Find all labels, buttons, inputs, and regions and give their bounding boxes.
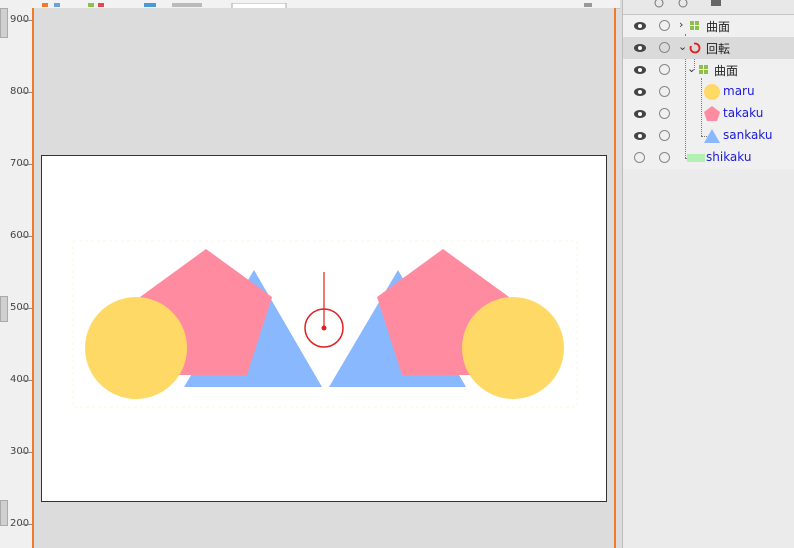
- layer-row-rotation[interactable]: ⌄ 回転: [623, 37, 794, 59]
- panel-visibility-toggle-icon[interactable]: [654, 0, 664, 8]
- pentagon-shape-icon: [704, 106, 720, 121]
- layer-label: 回転: [706, 42, 731, 56]
- lock-toggle-icon[interactable]: [659, 42, 670, 53]
- ruler-tick-line: [22, 20, 32, 21]
- ruler-tick-line: [22, 236, 32, 237]
- drawing-svg[interactable]: [42, 156, 608, 503]
- lock-toggle-icon[interactable]: [659, 130, 670, 141]
- rotate-tool-icon[interactable]: [98, 3, 104, 7]
- eye-icon[interactable]: [634, 87, 646, 97]
- lock-toggle-icon[interactable]: [659, 152, 670, 163]
- ruler-scroll-thumb[interactable]: [0, 8, 8, 38]
- rotate-icon: [689, 42, 701, 54]
- ruler-tick-line: [22, 452, 32, 453]
- layer-label: shikaku: [706, 150, 752, 164]
- layer-label: 曲面: [706, 20, 731, 34]
- lock-toggle-icon[interactable]: [659, 64, 670, 75]
- lock-toggle-icon[interactable]: [659, 86, 670, 97]
- layer-row-surface[interactable]: › 曲面: [623, 15, 794, 37]
- eye-icon[interactable]: [634, 65, 646, 75]
- layer-label: maru: [723, 84, 755, 98]
- visibility-toggle-icon[interactable]: [634, 152, 645, 163]
- ruler-tick-line: [22, 524, 32, 525]
- ruler-side-control[interactable]: [0, 500, 8, 526]
- ruler-tick-line: [22, 164, 32, 165]
- layer-row-shikaku[interactable]: shikaku: [623, 147, 794, 169]
- chevron-right-icon[interactable]: ›: [679, 18, 683, 31]
- panel-lock-toggle-icon[interactable]: [678, 0, 688, 8]
- layer-row-maru[interactable]: maru: [623, 81, 794, 103]
- eye-icon[interactable]: [634, 109, 646, 119]
- ruler-tick-line: [22, 308, 32, 309]
- star-tool-icon[interactable]: [144, 3, 156, 7]
- chevron-down-icon[interactable]: ⌄: [687, 62, 696, 75]
- layer-label: 曲面: [714, 64, 739, 78]
- layer-row-sankaku[interactable]: sankaku: [623, 125, 794, 147]
- layer-row-takaku[interactable]: takaku: [623, 103, 794, 125]
- layer-label: takaku: [723, 106, 764, 120]
- circle-shape-icon: [704, 84, 720, 100]
- layer-row-surface-child[interactable]: ⌄ 曲面: [623, 59, 794, 81]
- eye-icon[interactable]: [634, 43, 646, 53]
- lock-toggle-icon[interactable]: [659, 20, 670, 31]
- shape-icon[interactable]: [88, 3, 94, 7]
- chevron-down-icon[interactable]: ⌄: [678, 40, 687, 53]
- text-tool-icon[interactable]: [172, 3, 202, 7]
- panel-menu-icon[interactable]: [711, 0, 721, 6]
- panel-header: [623, 0, 794, 15]
- circle-shape-left[interactable]: [85, 297, 187, 399]
- lock-toggle-icon[interactable]: [659, 108, 670, 119]
- eye-icon[interactable]: [634, 21, 646, 31]
- rotation-center-point[interactable]: [321, 325, 327, 331]
- panel-header-icons: [654, 0, 721, 8]
- circle-shape-right[interactable]: [462, 297, 564, 399]
- triangle-shape-icon: [704, 129, 720, 143]
- eye-icon[interactable]: [634, 131, 646, 141]
- layers-panel-empty-area: [623, 169, 794, 548]
- toolbar-arrow-icon[interactable]: [584, 3, 592, 7]
- rectangle-shape-icon: [687, 154, 705, 162]
- ruler-tick-line: [22, 92, 32, 93]
- ruler-side-control[interactable]: [0, 296, 8, 322]
- group-icon: [690, 21, 699, 30]
- document-canvas[interactable]: [41, 155, 607, 502]
- pen-icon[interactable]: [42, 3, 48, 7]
- ruler-tick-line: [22, 380, 32, 381]
- brush-icon[interactable]: [54, 3, 60, 7]
- vertical-ruler: 900 800 700 600 500 400 300 200: [0, 0, 33, 548]
- layers-panel: › 曲面 ⌄ 回転 ⌄ 曲面 maru takaku sankaku shika…: [622, 0, 794, 548]
- group-icon: [699, 65, 708, 74]
- layer-label: sankaku: [723, 128, 773, 142]
